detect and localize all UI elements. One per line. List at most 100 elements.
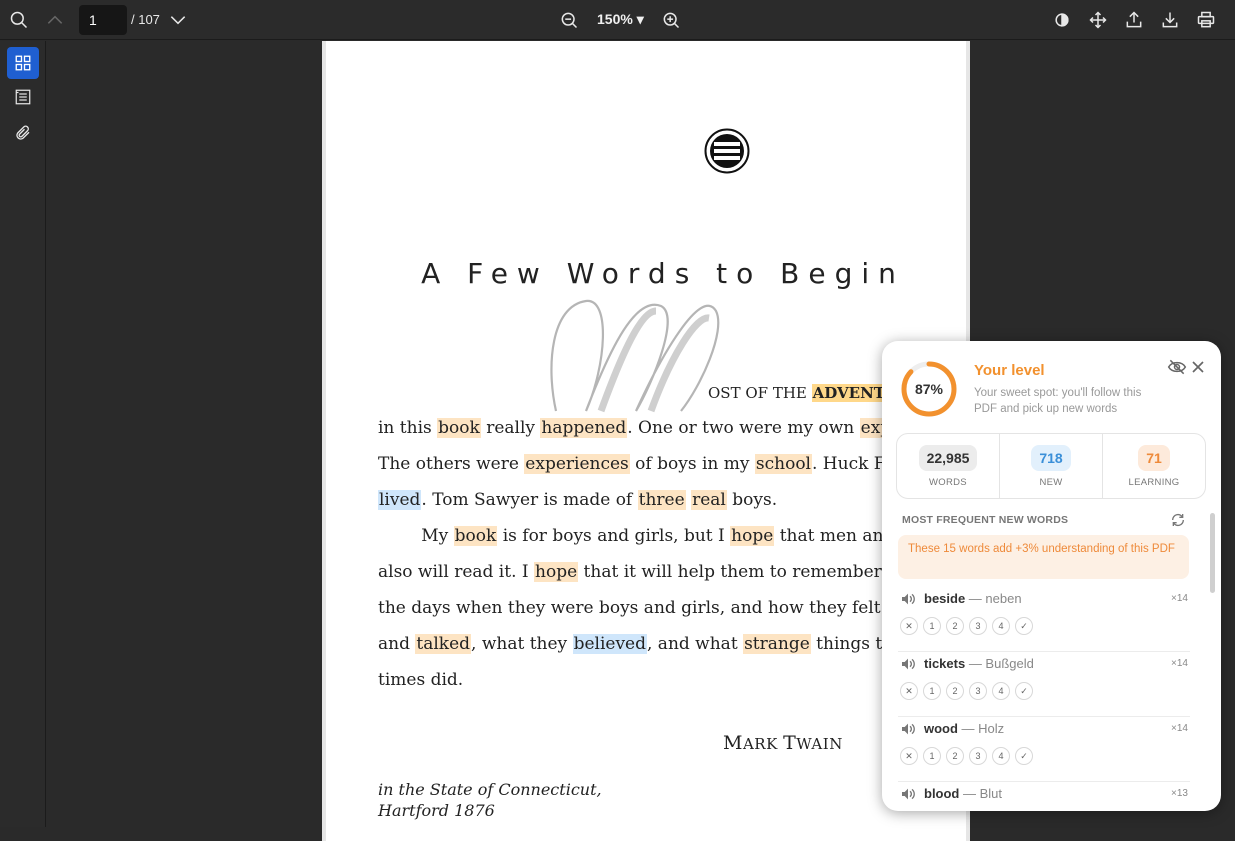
vocab-count: ×13 [1171, 788, 1188, 799]
next-page-icon[interactable] [166, 8, 190, 32]
highlighted-word[interactable]: book [437, 418, 481, 438]
level-option-button[interactable]: ✓ [1015, 682, 1033, 700]
place-line-1: in the State of Connecticut, [378, 780, 602, 799]
body-text-run: times did. [378, 670, 464, 690]
author-signature: MARK TWAIN [723, 732, 843, 754]
page-number-input[interactable] [79, 5, 127, 35]
pdf-page: A Few Words to Begin OST OF THE ADVENTU … [322, 41, 970, 841]
level-option-button[interactable]: 2 [946, 617, 964, 635]
zoom-level-dropdown[interactable]: 150% ▾ [597, 11, 644, 28]
word-row: wood — Holz ×14 ✕ 1 2 3 4 ✓ [898, 717, 1190, 782]
vocabulary-panel: 87% Your level Your sweet spot: you'll f… [882, 341, 1221, 811]
highlighted-word[interactable]: strange [743, 634, 811, 654]
body-text-run: the days when they were boys and girls, … [378, 598, 924, 618]
highlighted-word[interactable]: believed [572, 634, 647, 654]
speaker-icon[interactable] [900, 656, 916, 672]
level-selector: ✕ 1 2 3 4 ✓ [900, 747, 1033, 765]
left-sidebar [0, 41, 46, 827]
understanding-banner: These 15 words add +3% understanding of … [898, 535, 1189, 579]
zoom-out-icon[interactable] [557, 8, 581, 32]
stat-words-value: 22,985 [918, 444, 978, 471]
stat-learning[interactable]: 71 LEARNING [1103, 434, 1205, 498]
search-icon[interactable] [7, 8, 31, 32]
previous-page-icon[interactable] [43, 8, 67, 32]
stat-new[interactable]: 718 NEW [1000, 434, 1103, 498]
share-upload-icon[interactable] [1122, 8, 1146, 32]
highlighted-word[interactable]: hope [730, 526, 775, 546]
level-option-button[interactable]: 1 [923, 747, 941, 765]
highlighted-word[interactable]: happened [540, 418, 628, 438]
speaker-icon[interactable] [900, 591, 916, 607]
panel-scrollbar[interactable] [1210, 513, 1215, 593]
close-icon[interactable] [1188, 357, 1208, 377]
body-text-run: boys. [726, 490, 778, 510]
level-selector: ✕ 1 2 3 4 ✓ [900, 682, 1033, 700]
signature-initial-first: M [723, 732, 743, 754]
level-option-button[interactable]: 2 [946, 682, 964, 700]
body-text-run: , and what [647, 634, 744, 654]
vocab-translation: — neben [965, 591, 1022, 606]
refresh-icon[interactable] [1170, 512, 1186, 528]
level-option-button[interactable]: ✕ [900, 682, 918, 700]
body-text-run: The others were [378, 454, 525, 474]
level-option-button[interactable]: 2 [946, 747, 964, 765]
download-icon[interactable] [1158, 8, 1182, 32]
highlighted-word[interactable]: book [453, 526, 498, 546]
level-option-button[interactable]: ✓ [1015, 747, 1033, 765]
level-option-button[interactable]: 1 [923, 682, 941, 700]
level-option-button[interactable]: 4 [992, 747, 1010, 765]
body-text-run: . One or two were my own [627, 418, 860, 438]
level-option-button[interactable]: ✕ [900, 617, 918, 635]
stat-words[interactable]: 22,985 WORDS [897, 434, 1000, 498]
print-icon[interactable] [1194, 8, 1218, 32]
contrast-icon[interactable] [1050, 8, 1074, 32]
zoom-in-icon[interactable] [659, 8, 683, 32]
vocab-translation: — Blut [959, 786, 1003, 801]
attachments-button[interactable] [7, 117, 39, 149]
highlighted-word[interactable]: hope [534, 562, 579, 582]
body-line: lived. Tom Sawyer is made of three real … [378, 488, 777, 512]
speaker-icon[interactable] [900, 721, 916, 737]
body-text-run: really [480, 418, 541, 438]
level-option-button[interactable]: 4 [992, 617, 1010, 635]
vocab-word[interactable]: tickets — Bußgeld [924, 656, 1034, 671]
outline-button[interactable] [7, 81, 39, 113]
stat-words-label: WORDS [929, 476, 967, 488]
vocab-word[interactable]: beside — neben [924, 591, 1022, 606]
vocab-word[interactable]: wood — Holz [924, 721, 1004, 736]
level-option-button[interactable]: ✕ [900, 747, 918, 765]
signature-initial-last: T [783, 732, 797, 754]
pan-move-icon[interactable] [1086, 8, 1110, 32]
thumbnails-button[interactable] [7, 47, 39, 79]
highlighted-word[interactable]: real [691, 490, 727, 510]
body-text-run: My [378, 526, 454, 546]
hide-highlights-icon[interactable] [1167, 357, 1187, 377]
body-text-run: in this [378, 418, 438, 438]
vocab-word[interactable]: blood — Blut [924, 786, 1002, 801]
body-line: The others were experiences of boys in m… [378, 452, 937, 476]
level-option-button[interactable]: 4 [992, 682, 1010, 700]
level-option-button[interactable]: 3 [969, 682, 987, 700]
vocab-translation: — Holz [957, 721, 1005, 736]
highlighted-word[interactable]: experiences [524, 454, 630, 474]
level-title: Your level [974, 362, 1045, 379]
level-option-button[interactable]: 3 [969, 747, 987, 765]
level-option-button[interactable]: ✓ [1015, 617, 1033, 635]
speaker-icon[interactable] [900, 786, 916, 802]
highlighted-word[interactable]: lived [378, 490, 422, 510]
level-selector: ✕ 1 2 3 4 ✓ [900, 617, 1033, 635]
highlighted-word[interactable]: school [754, 454, 812, 474]
paperclip-icon [16, 125, 30, 140]
page-total: / 107 [131, 12, 160, 27]
stat-learning-label: LEARNING [1128, 476, 1180, 488]
highlighted-word[interactable]: talked [415, 634, 472, 654]
vocab-count: ×14 [1171, 593, 1188, 604]
toolbar: / 107 150% ▾ [0, 0, 1235, 40]
vocab-word-text: tickets [924, 656, 966, 671]
most-frequent-heading: MOST FREQUENT NEW WORDS [902, 514, 1069, 526]
vocab-translation: — Bußgeld [965, 656, 1034, 671]
level-percent: 87% [914, 381, 944, 397]
level-option-button[interactable]: 3 [969, 617, 987, 635]
level-option-button[interactable]: 1 [923, 617, 941, 635]
highlighted-word[interactable]: three [637, 490, 686, 510]
